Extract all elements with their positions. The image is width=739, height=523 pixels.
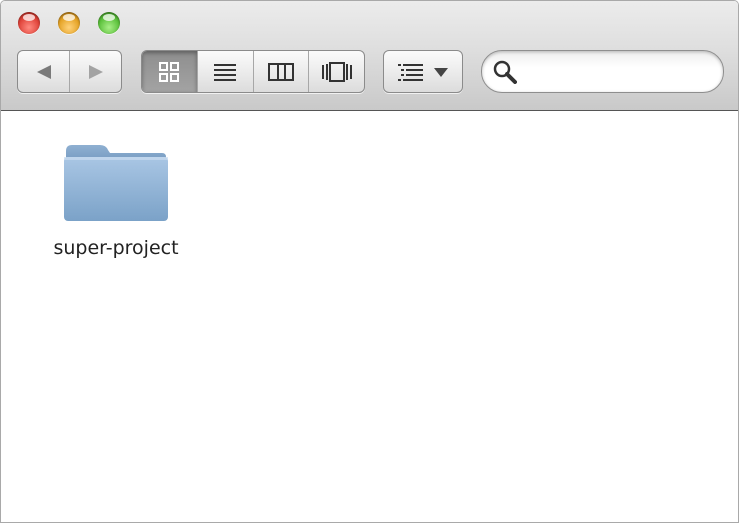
arrange-list-icon bbox=[398, 63, 423, 81]
folder-label: super-project bbox=[53, 237, 179, 259]
arrange-button[interactable] bbox=[384, 51, 462, 92]
close-button[interactable] bbox=[18, 12, 40, 34]
column-view-icon bbox=[267, 62, 294, 81]
title-bar bbox=[1, 1, 738, 111]
view-mode-selector bbox=[141, 50, 365, 93]
icon-view-button[interactable] bbox=[142, 51, 198, 92]
finder-window: super-project bbox=[0, 0, 739, 523]
cover-flow-icon bbox=[321, 61, 352, 82]
minimize-button[interactable] bbox=[58, 12, 80, 34]
triangle-right-icon bbox=[88, 64, 103, 79]
column-view-button[interactable] bbox=[254, 51, 310, 92]
forward-button[interactable] bbox=[70, 51, 121, 92]
magnifier-icon bbox=[493, 60, 517, 84]
search-input[interactable] bbox=[524, 59, 708, 83]
folder-item[interactable]: super-project bbox=[37, 141, 195, 259]
zoom-button[interactable] bbox=[98, 12, 120, 34]
arrange-menu bbox=[383, 50, 463, 93]
search-field[interactable] bbox=[481, 50, 724, 93]
folder-icon bbox=[64, 145, 168, 221]
list-view-button[interactable] bbox=[198, 51, 254, 92]
icon-view-icon bbox=[159, 61, 180, 82]
navigation-buttons bbox=[17, 50, 122, 93]
list-view-icon bbox=[214, 63, 237, 81]
chevron-down-icon bbox=[434, 67, 448, 77]
triangle-left-icon bbox=[36, 64, 51, 79]
cover-flow-button[interactable] bbox=[309, 51, 364, 92]
file-browser-area: super-project bbox=[1, 111, 738, 522]
back-button[interactable] bbox=[18, 51, 70, 92]
